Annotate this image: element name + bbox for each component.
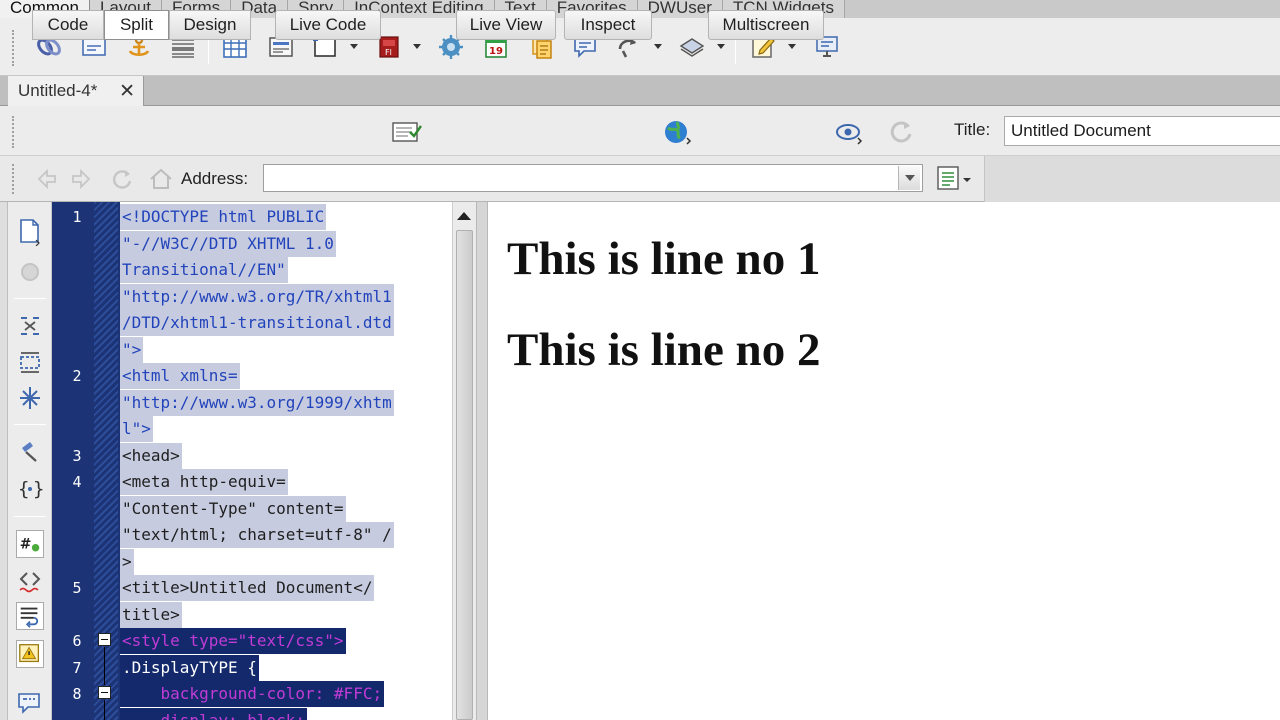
line-number: 2 — [72, 367, 82, 385]
code-line[interactable]: <!DOCTYPE html PUBLIC — [120, 204, 327, 230]
document-tab[interactable]: Untitled-4* ✕ — [8, 76, 144, 106]
highlight-invalid-code-icon[interactable] — [16, 566, 44, 594]
design-view-button[interactable]: Design — [169, 10, 251, 40]
images-dropdown-icon[interactable] — [350, 44, 358, 49]
toolbar-separator — [14, 424, 46, 425]
document-tab-strip: Untitled-4* ✕ — [0, 76, 1280, 106]
nav-bar-filler — [984, 156, 1280, 202]
code-line[interactable]: /DTD/xhtml1-transitional.dtd — [120, 310, 394, 336]
scroll-up-arrow-icon[interactable] — [457, 212, 471, 220]
line-number: 7 — [72, 658, 82, 677]
code-line[interactable]: <title>Untitled Document</ — [120, 575, 375, 601]
code-scrollbar[interactable] — [452, 202, 476, 720]
address-input[interactable] — [263, 164, 923, 192]
code-line[interactable]: > — [120, 548, 134, 575]
live-code-button[interactable]: Live Code — [275, 10, 381, 40]
word-wrap-icon[interactable] — [16, 602, 44, 630]
code-line[interactable]: background-color: #FFC; — [120, 681, 385, 707]
line-numbers-icon[interactable]: # — [16, 530, 44, 558]
document-tab-label: Untitled-4* — [18, 81, 98, 100]
forward-arrow-icon[interactable] — [68, 166, 94, 192]
address-label: Address: — [181, 169, 249, 188]
toolbar-separator — [14, 298, 46, 299]
file-status-icon[interactable] — [392, 118, 422, 146]
line-number: 4 — [72, 473, 82, 491]
code-line[interactable]: <head> — [120, 442, 182, 469]
code-line[interactable]: "http://www.w3.org/1999/xhtm — [120, 389, 394, 416]
back-arrow-icon[interactable] — [34, 166, 60, 192]
syntax-error-alerts-icon[interactable] — [16, 640, 44, 668]
code-line[interactable]: .DisplayTYPE { — [120, 654, 259, 681]
collapse-full-tag-icon[interactable] — [16, 312, 44, 340]
code-view[interactable]: <!DOCTYPE html PUBLIC "-//W3C//DTD XHTML … — [120, 202, 452, 720]
visual-aids-icon[interactable] — [834, 118, 864, 146]
open-documents-icon[interactable] — [16, 218, 44, 247]
script-icon[interactable] — [677, 32, 707, 62]
title-label: Title: — [954, 120, 991, 139]
close-icon[interactable]: ✕ — [119, 80, 135, 103]
svg-text:{: { — [18, 478, 29, 500]
document-title-input[interactable] — [1004, 116, 1280, 146]
code-line[interactable]: <html xmlns= — [120, 363, 240, 389]
home-icon[interactable] — [148, 166, 174, 192]
insert-tabs-filler — [844, 0, 1280, 18]
collapse-selection-icon[interactable] — [16, 348, 44, 376]
code-line[interactable]: "Content-Type" content= — [120, 495, 346, 522]
toolbar-separator — [14, 516, 46, 517]
panel-edge — [0, 202, 8, 720]
line-number: 6 — [72, 632, 82, 650]
line-number: 8 — [72, 685, 82, 703]
browser-options-icon[interactable] — [936, 165, 972, 191]
code-line[interactable]: title> — [120, 601, 182, 628]
svg-text:Fl: Fl — [385, 48, 392, 57]
apply-comment-icon[interactable] — [16, 690, 44, 718]
expand-all-icon[interactable] — [16, 384, 44, 412]
line-number: 3 — [72, 446, 82, 465]
script-dropdown-icon[interactable] — [717, 44, 725, 49]
toolbar-grip[interactable] — [12, 164, 16, 194]
svg-text:19: 19 — [489, 46, 503, 57]
split-view-divider[interactable] — [476, 202, 488, 720]
code-line[interactable]: display: block; — [120, 707, 308, 720]
code-line[interactable]: "http://www.w3.org/TR/xhtml1 — [120, 283, 394, 310]
scrollbar-thumb[interactable] — [456, 230, 473, 720]
balance-braces-icon[interactable]: {} — [16, 474, 44, 502]
multiscreen-button[interactable]: Multiscreen — [708, 10, 824, 40]
code-line[interactable]: Transitional//EN" — [120, 257, 288, 283]
refresh-icon[interactable] — [886, 118, 916, 146]
code-line[interactable]: l"> — [120, 416, 153, 442]
svg-text:}: } — [33, 478, 44, 500]
code-line[interactable]: <meta http-equiv= — [120, 469, 288, 495]
line-number: 1 — [72, 208, 82, 226]
svg-text:#: # — [20, 537, 32, 553]
collapse-toggle-icon[interactable] — [98, 686, 111, 699]
fold-guide — [104, 700, 105, 720]
code-line[interactable]: "> — [120, 336, 144, 363]
design-view[interactable]: This is line no 1 This is line no 2 — [488, 202, 1280, 720]
live-view-button[interactable]: Live View — [456, 10, 556, 40]
inspect-button[interactable]: Inspect — [564, 10, 652, 40]
preview-in-browser-icon[interactable] — [662, 118, 692, 146]
code-line[interactable]: "text/html; charset=utf-8" / — [120, 522, 394, 548]
toolbar-grip[interactable] — [12, 116, 16, 148]
collapse-toggle-icon[interactable] — [98, 633, 111, 646]
show-code-navigator-icon[interactable] — [16, 258, 44, 286]
head-dropdown-icon[interactable] — [654, 44, 662, 49]
templates-dropdown-icon[interactable] — [788, 44, 796, 49]
line-number: 5 — [72, 579, 82, 597]
heading-line-1[interactable]: This is line no 1 — [507, 232, 820, 286]
heading-line-2[interactable]: This is line no 2 — [507, 323, 820, 377]
code-view-button[interactable]: Code — [32, 10, 104, 40]
code-line[interactable]: "-//W3C//DTD XHTML 1.0 — [120, 230, 336, 257]
code-line[interactable]: <style type="text/css"> — [120, 628, 346, 654]
split-view-button[interactable]: Split — [104, 10, 169, 40]
toolbar-grip[interactable] — [12, 30, 16, 66]
fold-guide — [104, 647, 105, 685]
select-parent-tag-icon[interactable] — [16, 438, 44, 466]
address-dropdown-icon[interactable] — [898, 166, 920, 190]
refresh-icon[interactable] — [108, 166, 134, 192]
media-dropdown-icon[interactable] — [413, 44, 421, 49]
